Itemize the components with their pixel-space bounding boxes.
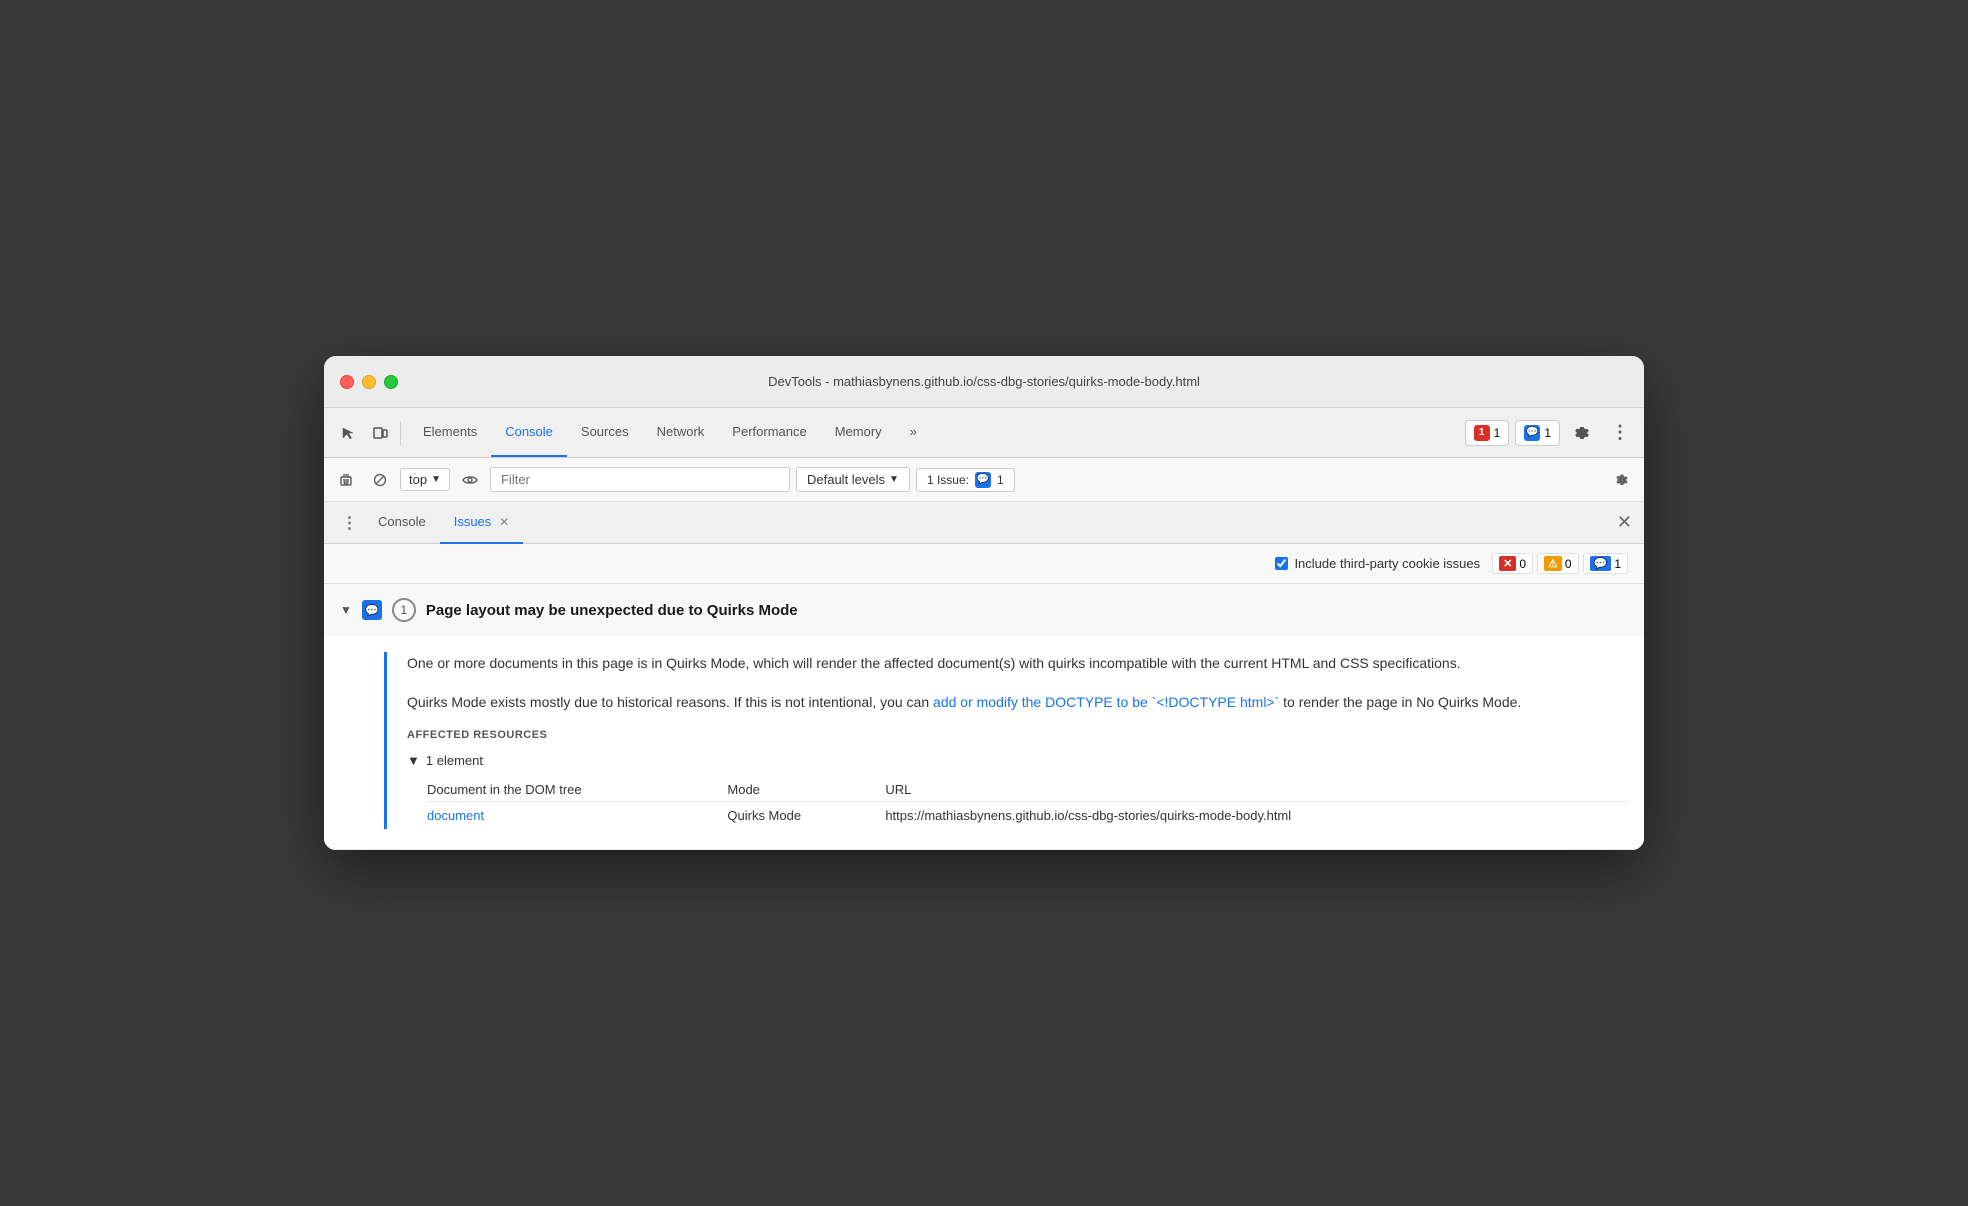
devtools-window: DevTools - mathiasbynens.github.io/css-d… [324, 356, 1644, 850]
toolbar-right: 1 1 💬 1 ⋮ [1465, 417, 1636, 449]
close-issues-tab-icon[interactable]: ✕ [499, 515, 509, 529]
toolbar-separator [400, 421, 401, 445]
affected-resources-section: AFFECTED RESOURCES ▼ 1 element Document … [407, 729, 1628, 829]
issue-detail: One or more documents in this page is in… [324, 652, 1644, 849]
devtools-toolbar: Elements Console Sources Network Perform… [324, 408, 1644, 458]
col-url-header: URL [885, 778, 1628, 802]
inspect-element-button[interactable] [332, 417, 364, 449]
panel-header: ⋮ Console Issues ✕ ✕ [324, 502, 1644, 544]
col-document-header: Document in the DOM tree [427, 778, 727, 802]
issues-content: ▼ 💬 1 Page layout may be unexpected due … [324, 584, 1644, 850]
tab-issues-panel[interactable]: Issues ✕ [440, 502, 524, 544]
close-panel-button[interactable]: ✕ [1617, 512, 1632, 533]
col-mode-header: Mode [727, 778, 885, 802]
chevron-down-icon: ▼ [431, 474, 441, 485]
resource-document-link[interactable]: document [427, 808, 484, 823]
warning-count-label: 0 [1565, 557, 1572, 571]
table-header-row: Document in the DOM tree Mode URL [427, 778, 1628, 802]
maximize-button[interactable] [384, 375, 398, 389]
issues-filter-bar: Include third-party cookie issues ✕ 0 ⚠ … [324, 544, 1644, 584]
message-count: 1 [1544, 426, 1551, 440]
tab-memory[interactable]: Memory [821, 408, 896, 457]
third-party-checkbox[interactable] [1275, 557, 1288, 570]
tab-network[interactable]: Network [643, 408, 719, 457]
console-settings-button[interactable] [1608, 466, 1636, 494]
tab-console[interactable]: Console [491, 408, 567, 457]
main-tabs: Elements Console Sources Network Perform… [409, 408, 931, 457]
error-badge-button[interactable]: 1 1 [1465, 420, 1510, 446]
error-count-label: 0 [1519, 557, 1526, 571]
default-levels-label: Default levels [807, 472, 885, 487]
resource-group: ▼ 1 element Document in the DOM tree Mod… [407, 753, 1628, 829]
error-icon: 1 [1474, 425, 1490, 441]
error-count-badge: ✕ 0 [1492, 553, 1533, 574]
window-title: DevTools - mathiasbynens.github.io/css-d… [768, 374, 1200, 389]
context-selector[interactable]: top ▼ [400, 468, 450, 491]
context-label: top [409, 472, 427, 487]
no-symbol-button[interactable] [366, 466, 394, 494]
more-options-button[interactable]: ⋮ [1604, 417, 1636, 449]
warning-count-badge: ⚠ 0 [1537, 553, 1579, 574]
issue-title: Page layout may be unexpected due to Qui… [426, 602, 798, 619]
title-bar: DevTools - mathiasbynens.github.io/css-d… [324, 356, 1644, 408]
console-settings-icon[interactable] [1608, 466, 1636, 494]
issue-count: 1 [997, 473, 1004, 487]
tab-more[interactable]: » [896, 408, 931, 457]
issue-label: 1 Issue: [927, 473, 969, 487]
issue-badge-button[interactable]: 1 Issue: 💬 1 [916, 468, 1015, 492]
expand-icon[interactable]: ▼ [340, 603, 352, 617]
table-row: document Quirks Mode https://mathiasbyne… [427, 801, 1628, 829]
warning-badge-icon: ⚠ [1544, 556, 1562, 571]
tab-sources[interactable]: Sources [567, 408, 643, 457]
settings-button[interactable] [1566, 417, 1598, 449]
chevron-down-icon: ▼ [889, 474, 899, 485]
info-badge-icon: 💬 [1590, 556, 1612, 571]
affected-resources-title: AFFECTED RESOURCES [407, 729, 1628, 741]
info-count-label: 1 [1614, 557, 1621, 571]
issue-type-icon: 💬 [362, 600, 382, 620]
message-badge-button[interactable]: 💬 1 [1515, 420, 1560, 446]
tab-console-panel[interactable]: Console [364, 502, 440, 544]
tab-performance[interactable]: Performance [718, 408, 820, 457]
resource-expand-arrow: ▼ [407, 753, 420, 768]
minimize-button[interactable] [362, 375, 376, 389]
element-count-label: 1 element [426, 753, 483, 768]
info-count-badge: 💬 1 [1583, 553, 1628, 574]
issue-row[interactable]: ▼ 💬 1 Page layout may be unexpected due … [324, 584, 1644, 636]
default-levels-button[interactable]: Default levels ▼ [796, 467, 910, 492]
issue-count-icon: 💬 [975, 472, 991, 488]
close-button[interactable] [340, 375, 354, 389]
error-count: 1 [1494, 426, 1501, 440]
resource-table: Document in the DOM tree Mode URL docume… [427, 778, 1628, 829]
eye-button[interactable] [456, 466, 484, 494]
filter-input[interactable] [490, 467, 790, 492]
device-toolbar-button[interactable] [364, 417, 396, 449]
console-panel-label: Console [378, 514, 426, 529]
more-panel-button[interactable]: ⋮ [336, 509, 364, 537]
issue-description-1: One or more documents in this page is in… [407, 652, 1628, 674]
tab-elements[interactable]: Elements [409, 408, 491, 457]
issue-description-2: Quirks Mode exists mostly due to histori… [407, 691, 1628, 713]
issue-border-left: One or more documents in this page is in… [384, 652, 1628, 829]
traffic-lights [340, 375, 398, 389]
clear-console-button[interactable] [332, 466, 360, 494]
issue-group: ▼ 💬 1 Page layout may be unexpected due … [324, 584, 1644, 850]
third-party-checkbox-label[interactable]: Include third-party cookie issues [1275, 556, 1480, 571]
resource-expand-button[interactable]: ▼ 1 element [407, 753, 1628, 768]
console-secondary-toolbar: top ▼ Default levels ▼ 1 Issue: 💬 1 [324, 458, 1644, 502]
resource-mode-cell: Quirks Mode [727, 801, 885, 829]
message-icon: 💬 [1524, 425, 1540, 441]
issue-count-badges: ✕ 0 ⚠ 0 💬 1 [1492, 553, 1628, 574]
resource-url-cell: https://mathiasbynens.github.io/css-dbg-… [885, 801, 1628, 829]
third-party-label: Include third-party cookie issues [1294, 556, 1480, 571]
issue-count-number: 1 [401, 603, 408, 617]
issue-count-circle: 1 [392, 598, 416, 622]
issue-link[interactable]: add or modify the DOCTYPE to be `<!DOCTY… [933, 694, 1279, 710]
error-badge-icon: ✕ [1499, 556, 1516, 571]
issues-panel-label: Issues [454, 514, 492, 529]
resource-document-cell: document [427, 801, 727, 829]
